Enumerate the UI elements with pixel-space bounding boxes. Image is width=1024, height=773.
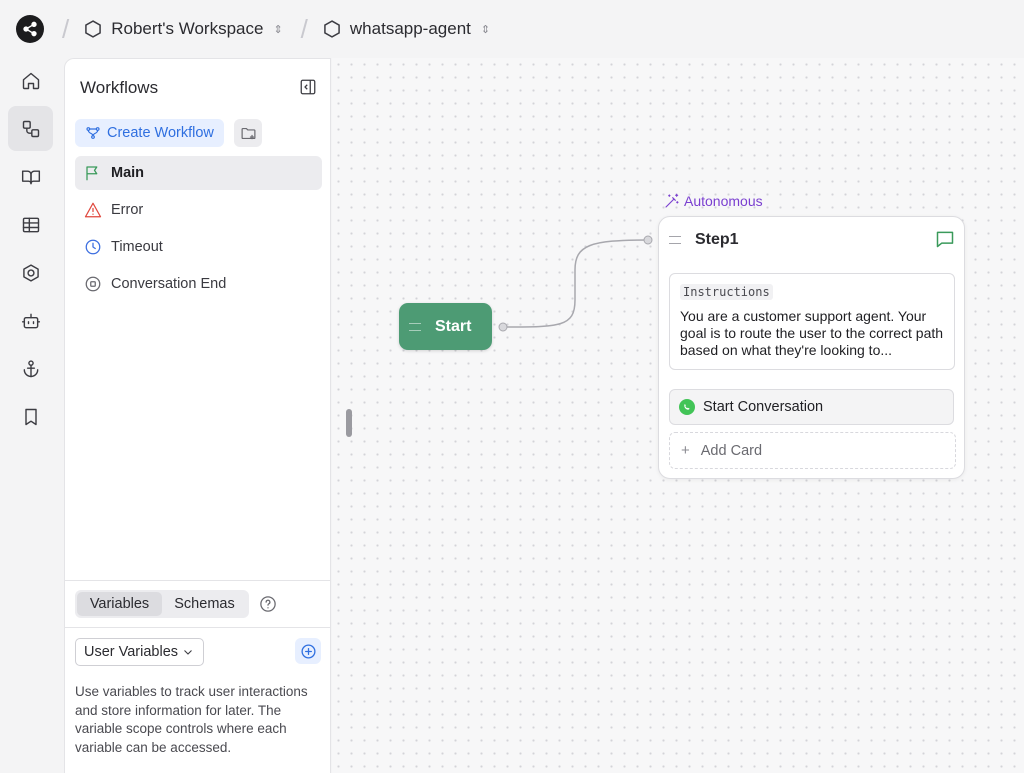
- nav-settings[interactable]: [8, 250, 53, 295]
- message-icon[interactable]: [934, 229, 956, 249]
- panel-resize-handle[interactable]: [346, 409, 352, 437]
- nav-integrations[interactable]: [8, 346, 53, 391]
- home-icon: [22, 72, 39, 89]
- chevron-down-icon: [184, 650, 192, 655]
- branch-icon: [86, 127, 100, 139]
- nav-knowledge[interactable]: [8, 154, 53, 199]
- flag-icon: [86, 166, 98, 181]
- add-card-button[interactable]: + Add Card: [669, 432, 956, 469]
- workspace-name: Robert's Workspace: [111, 19, 264, 38]
- nav-tables[interactable]: [8, 202, 53, 247]
- variable-scope-value: User Variables: [84, 644, 179, 660]
- top-bar: / Robert's Workspace ⇕ / whatsapp-agent …: [0, 0, 1024, 58]
- new-folder-button[interactable]: [234, 119, 262, 147]
- nav-bookmarks[interactable]: [8, 394, 53, 439]
- add-card-label: Add Card: [700, 442, 763, 459]
- autonomous-badge: Autonomous: [664, 193, 763, 209]
- workflow-item-main[interactable]: Main: [75, 156, 322, 190]
- warning-icon: [84, 202, 102, 218]
- step-header: Step1: [669, 231, 739, 249]
- hexagon-icon: [324, 20, 340, 38]
- create-workflow-button[interactable]: Create Workflow: [75, 119, 224, 147]
- tab-schemas[interactable]: Schemas: [162, 592, 247, 616]
- divider: [65, 627, 330, 628]
- workflows-icon: [22, 120, 39, 137]
- share-logo-icon: [23, 21, 37, 37]
- plus-icon: +: [681, 442, 690, 459]
- drag-handle-icon[interactable]: [409, 322, 421, 331]
- add-variable-button[interactable]: [295, 638, 321, 664]
- collapse-sidebar-icon[interactable]: [299, 78, 317, 96]
- table-icon: [22, 217, 39, 232]
- folder-plus-icon: [241, 127, 255, 139]
- whatsapp-icon: [679, 399, 695, 415]
- chevron-updown-icon: ⇕: [480, 23, 491, 36]
- nav-workflows[interactable]: [8, 106, 53, 151]
- help-icon[interactable]: [259, 595, 277, 613]
- step-node[interactable]: Step1 Instructions You are a customer su…: [658, 216, 965, 479]
- workflow-item-label: Main: [111, 165, 145, 181]
- bot-icon: [21, 313, 40, 328]
- settings-hex-icon: [22, 263, 39, 282]
- instructions-tag: Instructions: [680, 284, 773, 300]
- magic-wand-icon: [665, 193, 679, 208]
- start-node-label: Start: [435, 317, 472, 335]
- start-conversation-label: Start Conversation: [703, 399, 824, 415]
- instructions-text: You are a customer support agent. Your g…: [680, 308, 944, 358]
- workspace-switcher[interactable]: Robert's Workspace ⇕: [83, 19, 283, 39]
- project-switcher[interactable]: whatsapp-agent ⇕: [322, 19, 490, 39]
- breadcrumb-separator: /: [62, 13, 70, 44]
- chevron-updown-icon: ⇕: [273, 23, 283, 36]
- workflow-item-conversation-end[interactable]: Conversation End: [75, 267, 322, 301]
- variable-scope-select[interactable]: User Variables: [75, 638, 204, 666]
- start-conversation-card[interactable]: Start Conversation: [669, 389, 954, 425]
- step-title[interactable]: Step1: [695, 231, 739, 249]
- autonomous-label: Autonomous: [684, 193, 763, 209]
- divider: [65, 580, 330, 581]
- nav-rail: [0, 58, 62, 773]
- create-workflow-label: Create Workflow: [107, 125, 214, 141]
- clock-icon: [85, 239, 101, 255]
- start-node[interactable]: Start: [399, 303, 492, 350]
- workflow-item-label: Error: [111, 202, 144, 218]
- breadcrumb-separator: /: [300, 13, 308, 44]
- workflow-item-label: Timeout: [111, 239, 163, 255]
- workflows-panel: Workflows Create Workflow Main Error Tim…: [64, 58, 331, 773]
- workflow-item-timeout[interactable]: Timeout: [75, 230, 322, 264]
- instructions-box[interactable]: Instructions You are a customer support …: [669, 273, 955, 370]
- project-name: whatsapp-agent: [349, 19, 471, 38]
- anchor-icon: [23, 359, 38, 377]
- nav-agents[interactable]: [8, 298, 53, 343]
- hexagon-icon: [85, 20, 102, 38]
- book-icon: [21, 169, 40, 184]
- nav-home[interactable]: [8, 58, 53, 103]
- workflow-item-error[interactable]: Error: [75, 193, 322, 227]
- variables-tabs: Variables Schemas: [75, 590, 249, 618]
- tab-variables[interactable]: Variables: [77, 592, 162, 616]
- panel-title: Workflows: [80, 78, 159, 97]
- drag-handle-icon[interactable]: [669, 236, 681, 244]
- app-logo[interactable]: [16, 15, 44, 43]
- variables-description: Use variables to track user interactions…: [75, 684, 308, 755]
- bookmark-icon: [24, 408, 37, 425]
- workflow-item-label: Conversation End: [111, 276, 227, 292]
- plus-circle-icon: [300, 643, 316, 659]
- stop-circle-icon: [85, 276, 101, 292]
